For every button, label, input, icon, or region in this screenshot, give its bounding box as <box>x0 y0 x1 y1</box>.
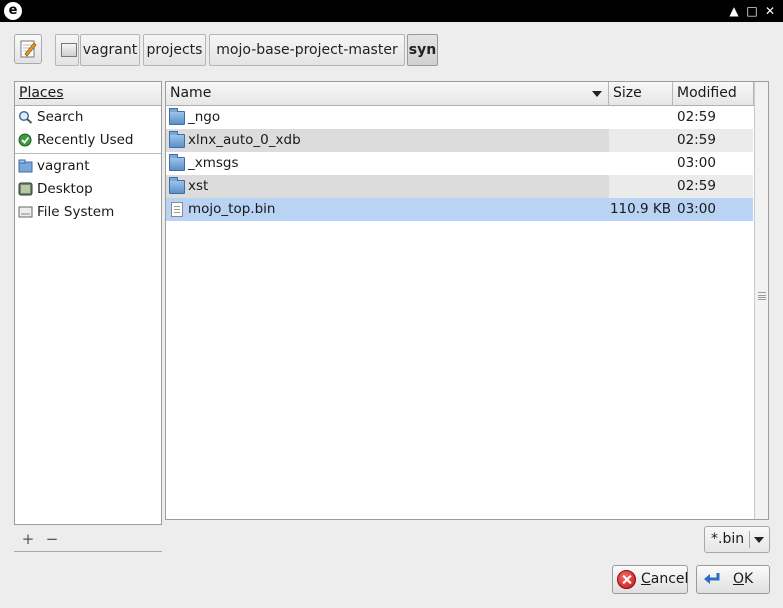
path-segment-mojo-base-project-master[interactable]: mojo-base-project-master <box>209 34 405 66</box>
column-label: Name <box>170 85 212 101</box>
file-modified: 03:00 <box>677 155 716 171</box>
place-label: vagrant <box>37 158 90 174</box>
drive-icon <box>61 43 77 57</box>
file-modified: 02:59 <box>677 132 716 148</box>
column-header-size[interactable]: Size <box>609 82 673 106</box>
file-row-selected[interactable]: mojo_top.bin 110.9 KB 03:00 <box>166 198 753 221</box>
divider <box>14 551 162 552</box>
file-name: xlnx_auto_0_xdb <box>188 132 301 148</box>
sort-arrow-icon <box>592 91 602 97</box>
remove-bookmark-button[interactable]: − <box>44 531 60 547</box>
path-segment-vagrant[interactable]: vagrant <box>80 34 140 66</box>
file-name: xst <box>188 178 209 194</box>
place-label: Search <box>37 109 84 125</box>
chevron-down-icon <box>754 537 764 543</box>
add-bookmark-button[interactable]: + <box>20 531 36 547</box>
combo-separator <box>749 531 750 548</box>
cancel-button[interactable]: Cancel <box>612 565 688 594</box>
places-separator <box>15 153 161 154</box>
place-desktop[interactable]: Desktop <box>15 178 161 201</box>
ok-button[interactable]: OK <box>696 565 770 594</box>
vertical-scrollbar[interactable] <box>754 82 768 519</box>
ok-arrow-icon <box>704 573 720 584</box>
folder-icon <box>169 131 185 148</box>
file-name: _xmsgs <box>188 155 239 171</box>
file-list[interactable]: Name Size Modified _ngo 02:59 xlnx_auto_… <box>165 81 769 520</box>
type-location-button[interactable] <box>14 34 42 64</box>
path-segment-syn[interactable]: syn <box>407 34 438 66</box>
folder-icon <box>169 108 185 125</box>
shade-up-icon[interactable]: ▲ <box>726 3 742 19</box>
row-highlight <box>166 175 609 198</box>
close-icon[interactable]: ✕ <box>762 3 778 19</box>
cancel-icon <box>617 570 636 589</box>
file-size: 110.9 KB <box>609 201 671 217</box>
folder-icon <box>169 177 185 194</box>
places-panel: Places Search Recently Used vagrant Desk… <box>14 81 162 525</box>
file-row[interactable]: _ngo 02:59 <box>166 106 753 129</box>
place-recently-used[interactable]: Recently Used <box>15 129 161 152</box>
cancel-label: Cancel <box>641 571 689 587</box>
column-header-name[interactable]: Name <box>166 82 609 106</box>
search-icon <box>18 110 33 124</box>
file-row[interactable]: _xmsgs 03:00 <box>166 152 753 175</box>
places-header-label: Places <box>19 85 64 101</box>
place-label: Desktop <box>37 181 93 197</box>
column-header-modified[interactable]: Modified <box>673 82 754 106</box>
file-row[interactable]: xst 02:59 <box>166 175 753 198</box>
place-file-system[interactable]: File System <box>15 201 161 224</box>
desktop-icon <box>18 182 33 196</box>
file-name: _ngo <box>188 109 221 125</box>
file-icon <box>171 202 183 217</box>
places-header[interactable]: Places <box>15 82 161 106</box>
drive-icon <box>18 206 33 218</box>
recent-icon <box>18 133 32 147</box>
scroll-grip-icon <box>758 292 766 300</box>
file-filter-combo[interactable]: *.bin <box>704 526 770 553</box>
file-name: mojo_top.bin <box>188 201 276 217</box>
title-bar: e ▲ □ ✕ <box>0 0 783 22</box>
place-label: Recently Used <box>37 132 134 148</box>
ok-label: OK <box>733 571 754 587</box>
place-vagrant[interactable]: vagrant <box>15 155 161 178</box>
file-modified: 02:59 <box>677 109 716 125</box>
place-search[interactable]: Search <box>15 106 161 129</box>
file-modified: 03:00 <box>677 201 716 217</box>
app-icon: e <box>4 2 22 20</box>
pencil-edit-icon <box>20 40 37 58</box>
path-root-button[interactable] <box>55 34 79 66</box>
file-modified: 02:59 <box>677 178 716 194</box>
maximize-icon[interactable]: □ <box>744 3 760 19</box>
folder-icon <box>169 154 185 171</box>
place-label: File System <box>37 204 115 220</box>
path-segment-projects[interactable]: projects <box>143 34 206 66</box>
file-row[interactable]: xlnx_auto_0_xdb 02:59 <box>166 129 753 152</box>
home-folder-icon <box>18 159 33 173</box>
filter-value: *.bin <box>711 531 745 547</box>
